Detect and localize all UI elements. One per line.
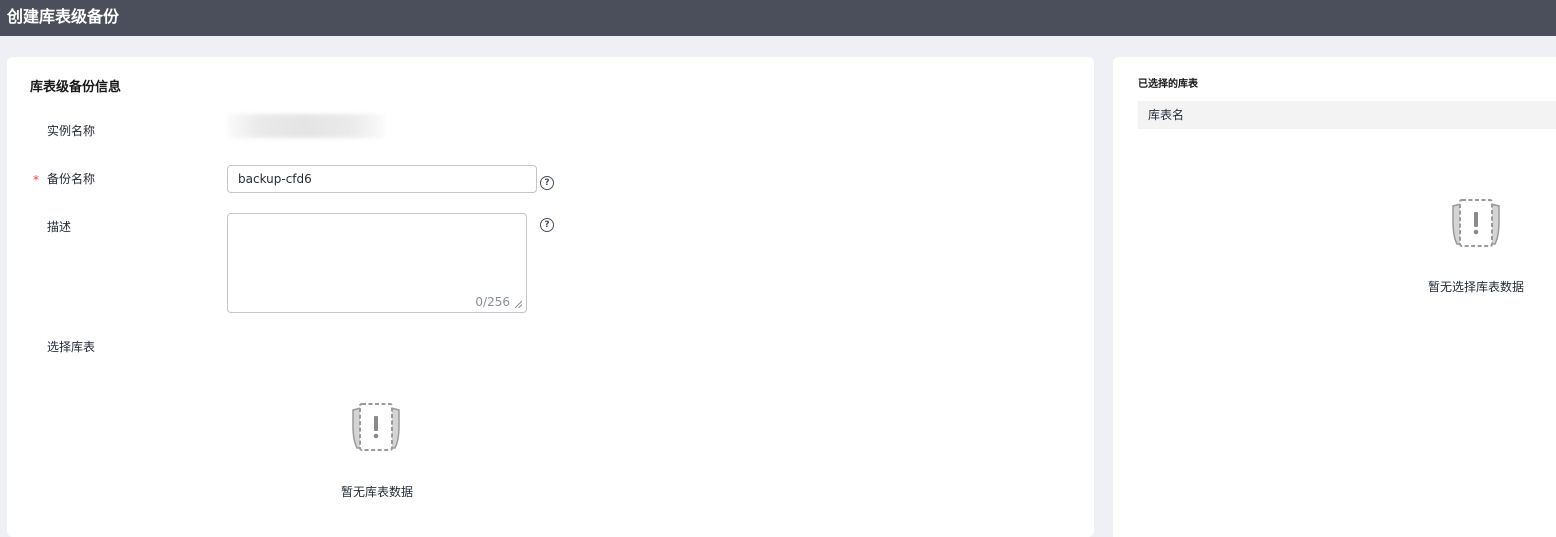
selected-tables-panel: 已选择的库表 库表名 暂无选择库表数据: [1113, 57, 1556, 537]
page-title: 创建库表级备份: [7, 7, 120, 26]
resize-handle-icon[interactable]: [515, 301, 522, 308]
section-title: 库表级备份信息: [30, 80, 122, 95]
empty-data-icon: [1452, 199, 1500, 247]
description-counter: 0/256: [475, 295, 510, 309]
top-bar: 创建库表级备份: [0, 0, 1556, 36]
instance-name-value: [227, 114, 385, 138]
backup-name-input[interactable]: backup-cfd6: [227, 165, 537, 193]
instance-name-label: 实例名称: [47, 124, 96, 138]
empty-selected-text: 暂无选择库表数据: [1427, 280, 1524, 294]
backup-name-label: 备份名称: [47, 172, 96, 186]
required-mark: *: [33, 173, 39, 187]
empty-data-icon: [352, 403, 400, 451]
description-label: 描述: [47, 220, 72, 234]
table-header: 库表名: [1138, 101, 1556, 129]
selected-tables-title: 已选择的库表: [1138, 79, 1198, 90]
backup-info-panel: 库表级备份信息 实例名称 * 备份名称 backup-cfd6 ? 描述 0/2…: [7, 57, 1094, 537]
help-circle-icon[interactable]: ?: [540, 218, 554, 232]
select-tables-label: 选择库表: [47, 340, 96, 354]
table-name-column-header: 库表名: [1148, 108, 1185, 122]
help-circle-icon[interactable]: ?: [540, 176, 554, 190]
empty-tables-text: 暂无库表数据: [340, 485, 413, 499]
description-textarea[interactable]: 0/256: [227, 213, 527, 313]
